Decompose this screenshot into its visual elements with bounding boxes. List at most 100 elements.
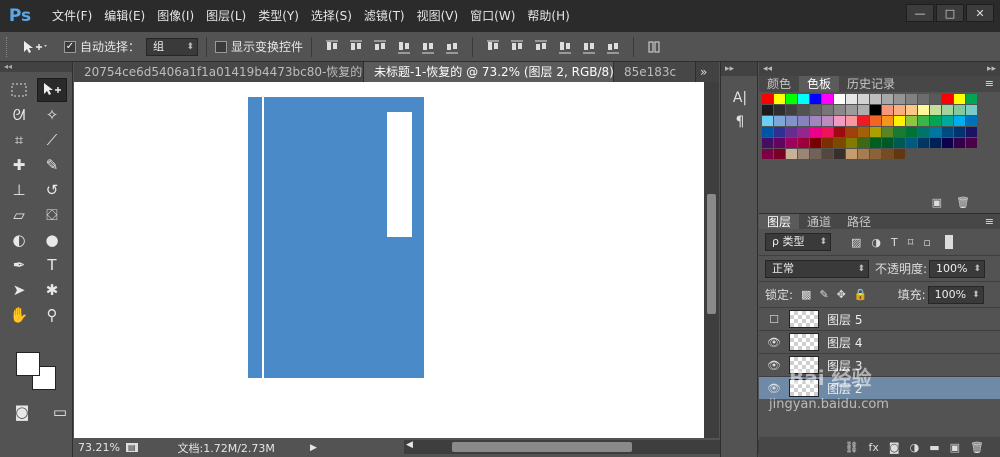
color-swatch[interactable] (846, 149, 857, 159)
new-adjustment-icon[interactable]: ◑ (910, 441, 920, 454)
toolbox-header[interactable]: ◂◂ (0, 62, 72, 72)
color-swatch[interactable] (834, 127, 845, 137)
align-icon[interactable] (443, 38, 461, 56)
lasso-tool-icon[interactable]: ᘛ (4, 103, 34, 127)
color-swatch[interactable] (870, 138, 881, 148)
color-swatch[interactable] (870, 94, 881, 104)
shape-filter-icon[interactable]: ⌑ (908, 236, 914, 249)
move-tool-icon[interactable] (37, 78, 67, 102)
panel-tab[interactable]: 路径 (839, 214, 879, 229)
color-swatch[interactable] (858, 138, 869, 148)
color-swatch[interactable] (870, 105, 881, 115)
align-icon[interactable] (580, 38, 598, 56)
document-tab[interactable]: 20754ce6d5406a1f1a01419b4473bc80-恢复的.jpg (74, 62, 364, 82)
healing-brush-icon[interactable]: ✚ (4, 153, 34, 177)
color-swatch[interactable] (774, 138, 785, 148)
color-swatch[interactable] (954, 94, 965, 104)
screen-mode-icon[interactable]: ▭ (50, 400, 70, 424)
menu-item[interactable]: 窗口(W) (464, 0, 521, 32)
layer-row[interactable]: 👁 图层 2 (759, 376, 1000, 399)
add-mask-icon[interactable]: ◙ (889, 441, 900, 454)
color-swatch[interactable] (954, 116, 965, 126)
panel-tab[interactable]: 图层 (759, 214, 800, 229)
align-icon[interactable] (395, 38, 413, 56)
zoom-level[interactable]: 73.21% (78, 441, 120, 454)
marquee-tool-icon[interactable] (4, 78, 34, 102)
color-swatch[interactable] (942, 138, 953, 148)
color-swatch[interactable] (882, 116, 893, 126)
color-swatch[interactable] (810, 94, 821, 104)
horizontal-scroll-thumb[interactable] (452, 442, 632, 452)
color-swatch[interactable] (834, 149, 845, 159)
color-swatch[interactable] (894, 94, 905, 104)
scroll-left-icon[interactable]: ◀ (406, 440, 413, 450)
color-swatch[interactable] (774, 94, 785, 104)
maximize-button[interactable]: □ (936, 4, 964, 22)
color-swatch[interactable] (822, 127, 833, 137)
blur-tool-icon[interactable]: ◐ (4, 228, 34, 252)
color-swatch[interactable] (786, 94, 797, 104)
color-swatch[interactable] (882, 149, 893, 159)
filter-toggle[interactable] (944, 235, 953, 249)
menu-item[interactable]: 视图(V) (411, 0, 465, 32)
magic-wand-icon[interactable]: ✧ (37, 103, 67, 127)
clone-stamp-icon[interactable]: ⊥ (4, 178, 34, 202)
eraser-icon[interactable]: ▱ (4, 203, 34, 227)
lock-transparency-icon[interactable]: ▩ (801, 288, 811, 301)
color-swatch[interactable] (846, 94, 857, 104)
close-button[interactable]: ✕ (966, 4, 994, 22)
status-menu-arrow-icon[interactable]: ▶ (310, 443, 317, 453)
zoom-tool-icon[interactable]: ⚲ (37, 303, 67, 327)
color-swatch[interactable] (798, 105, 809, 115)
dodge-tool-icon[interactable]: ● (37, 228, 67, 252)
color-swatch[interactable] (762, 94, 773, 104)
color-swatch[interactable] (894, 127, 905, 137)
brush-tool-icon[interactable]: ✎ (37, 153, 67, 177)
color-swatch[interactable] (762, 116, 773, 126)
path-selection-icon[interactable]: ➤ (4, 278, 34, 302)
color-swatch[interactable] (894, 116, 905, 126)
color-swatch[interactable] (942, 127, 953, 137)
align-icon[interactable] (371, 38, 389, 56)
layer-row[interactable]: 👁 图层 3 (759, 353, 1000, 376)
color-swatch[interactable] (858, 127, 869, 137)
align-icon[interactable] (532, 38, 550, 56)
color-swatch[interactable] (906, 127, 917, 137)
vertical-scrollbar[interactable] (704, 82, 719, 438)
color-swatch[interactable] (870, 149, 881, 159)
layer-filter-dropdown[interactable]: ρ 类型 (765, 233, 831, 251)
color-swatch[interactable] (786, 127, 797, 137)
color-swatch[interactable] (918, 138, 929, 148)
eye-icon[interactable]: 👁 (765, 382, 783, 395)
panel-tab[interactable]: 通道 (799, 214, 839, 229)
color-swatch[interactable] (966, 116, 977, 126)
color-swatch[interactable] (894, 149, 905, 159)
layer-style-icon[interactable]: fx (869, 441, 879, 454)
layer-row[interactable]: 👁 图层 4 (759, 330, 1000, 353)
eyedropper-icon[interactable]: ⟋ (37, 128, 67, 152)
color-swatch[interactable] (810, 149, 821, 159)
delete-swatch-icon[interactable]: 🗑 (956, 196, 970, 209)
color-swatch[interactable] (870, 127, 881, 137)
color-swatch[interactable] (858, 94, 869, 104)
color-swatch[interactable] (834, 116, 845, 126)
color-swatch[interactable] (906, 94, 917, 104)
quick-mask-icon[interactable]: ◙ (12, 400, 32, 424)
color-swatch[interactable] (882, 94, 893, 104)
history-brush-icon[interactable]: ↺ (37, 178, 67, 202)
color-swatch[interactable] (822, 105, 833, 115)
foreground-color[interactable] (16, 352, 40, 376)
color-swatch[interactable] (810, 105, 821, 115)
menu-item[interactable]: 编辑(E) (98, 0, 151, 32)
color-swatch[interactable] (954, 105, 965, 115)
document-tab[interactable]: 85e183c (614, 62, 696, 82)
color-swatch[interactable] (882, 138, 893, 148)
color-swatch[interactable] (774, 149, 785, 159)
new-swatch-icon[interactable]: ▣ (932, 196, 942, 209)
color-swatch[interactable] (858, 149, 869, 159)
color-swatch[interactable] (906, 105, 917, 115)
fill-input[interactable]: 100% (927, 285, 984, 304)
color-swatch[interactable] (822, 138, 833, 148)
strip-header[interactable]: ▸▸ (721, 62, 757, 76)
align-icon[interactable] (419, 38, 437, 56)
